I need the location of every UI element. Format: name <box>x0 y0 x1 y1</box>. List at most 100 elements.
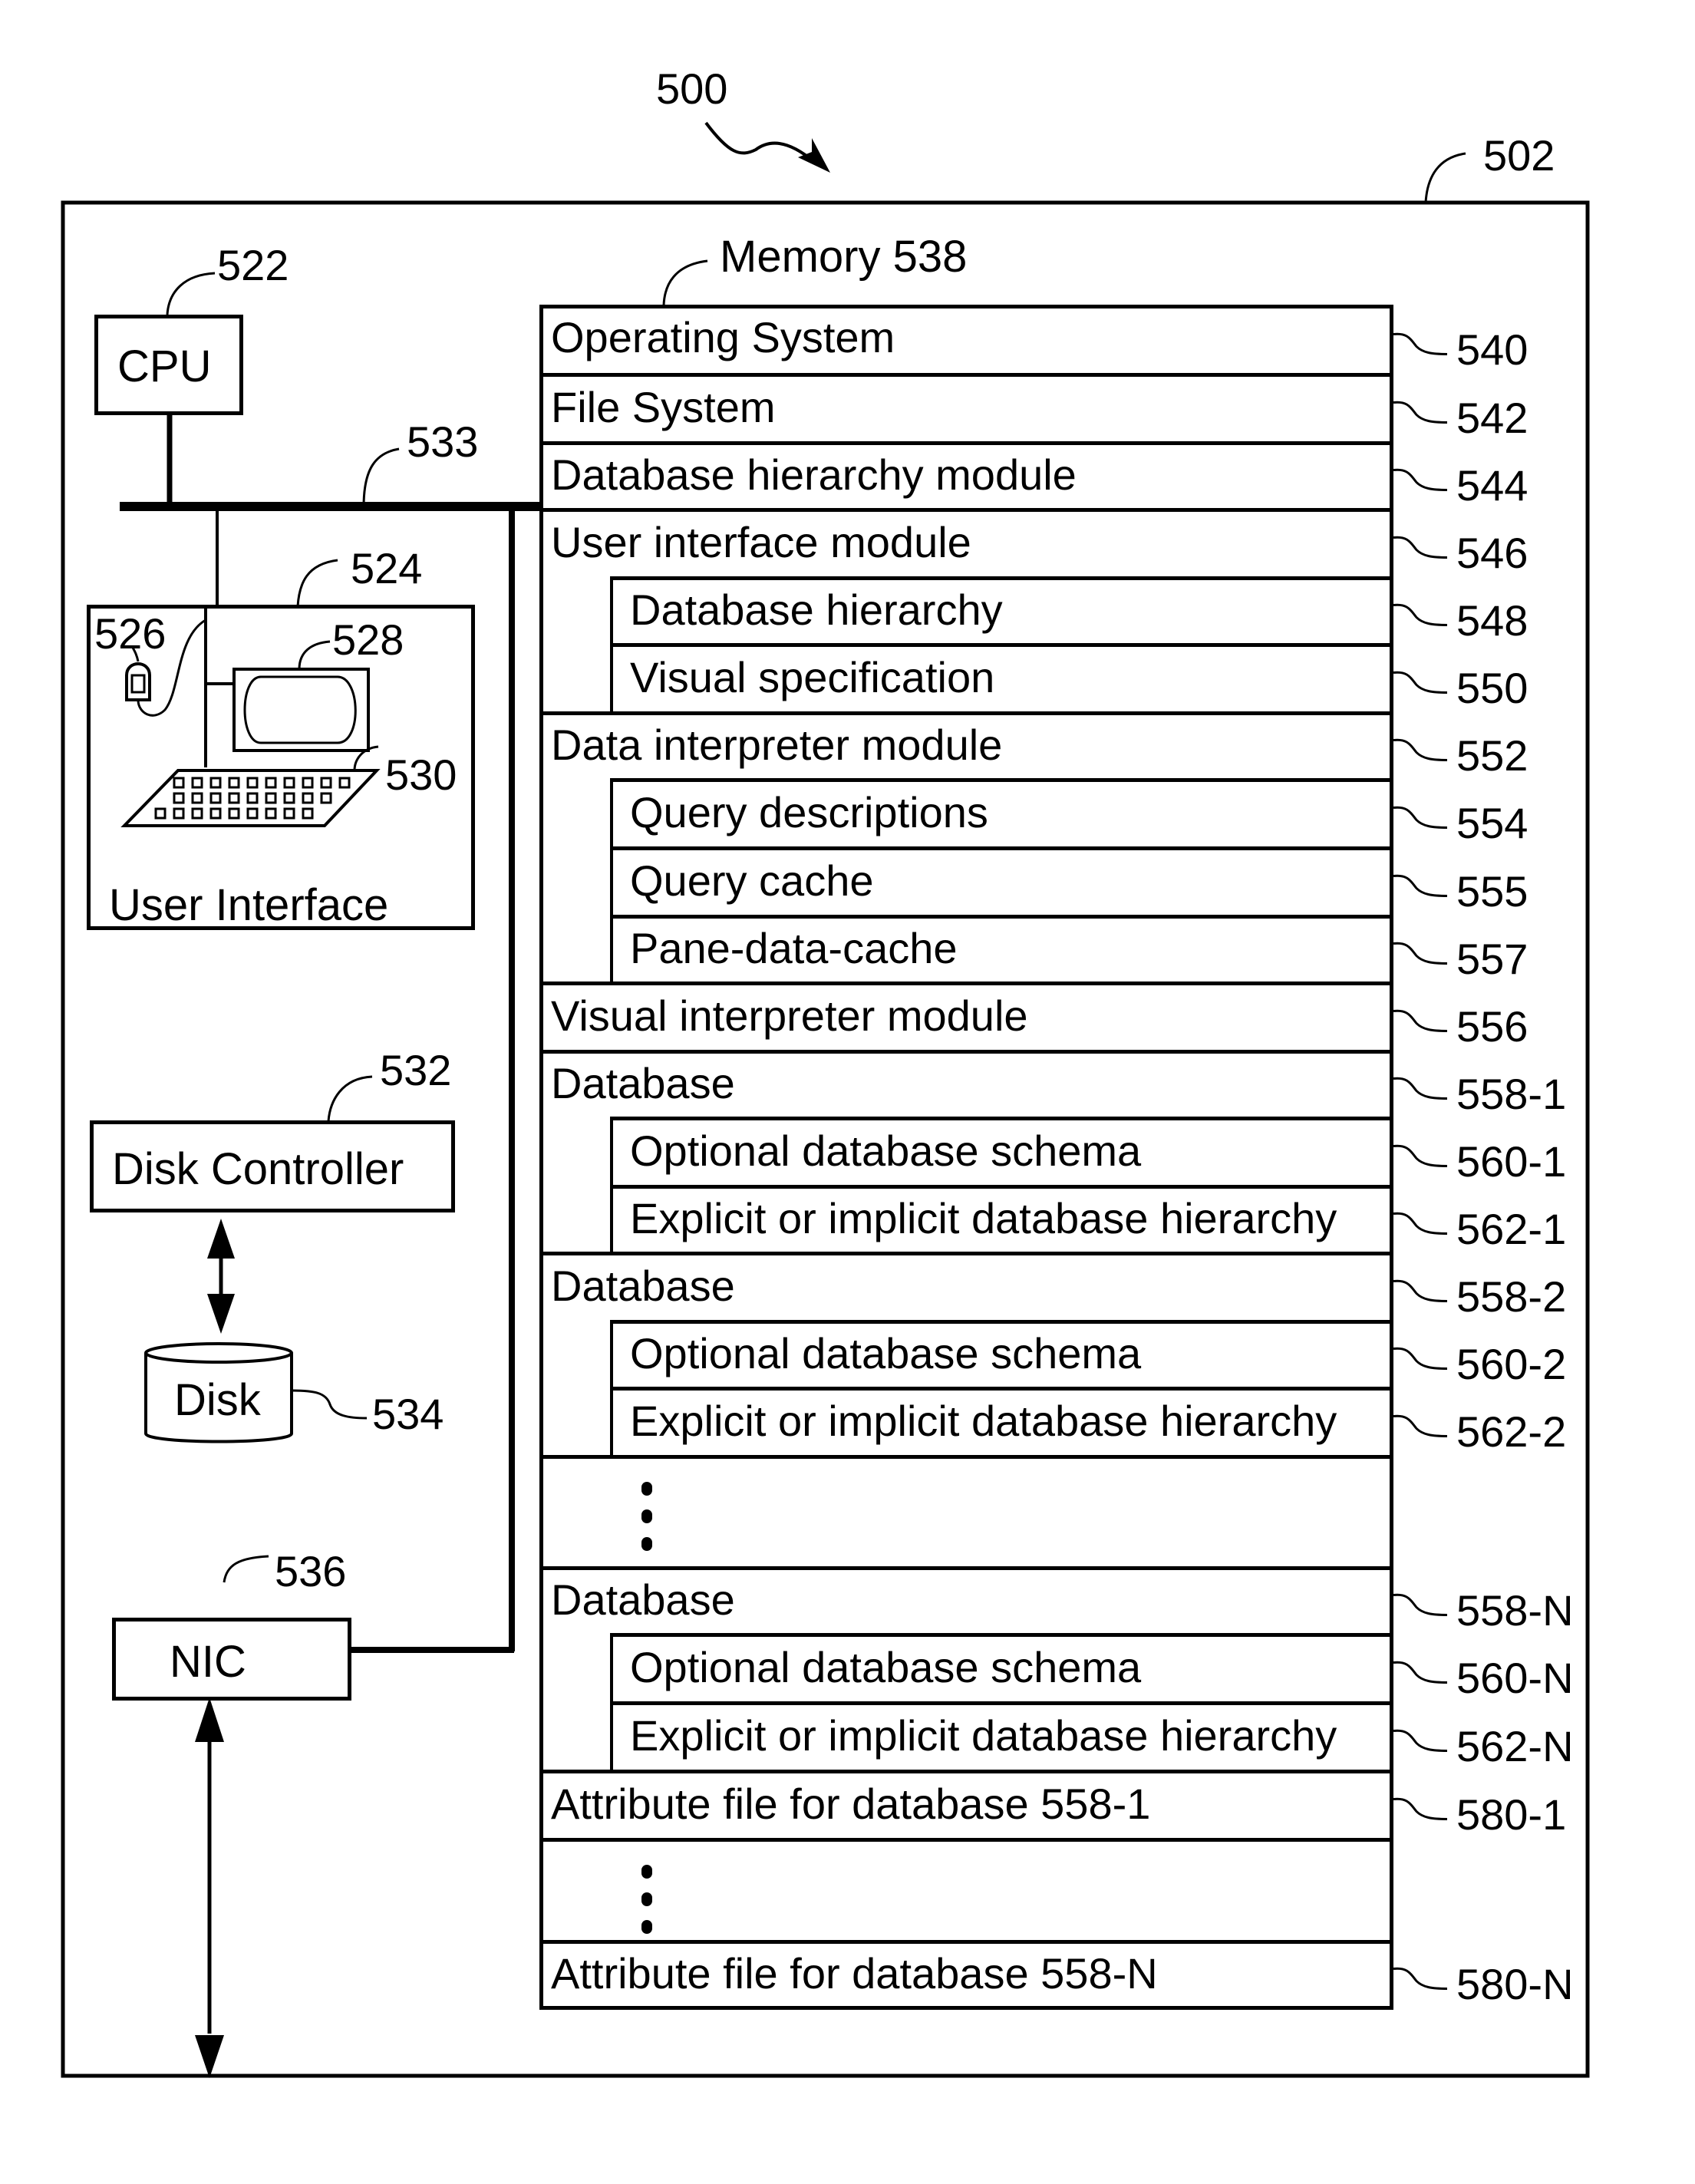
memory-row-label: Attribute file for database 558-1 <box>551 1779 1151 1828</box>
memory-ref-leader <box>1393 1077 1448 1100</box>
memory-row-ref: 560-1 <box>1456 1137 1567 1186</box>
memory-ref-leader <box>1393 1797 1448 1820</box>
memory-ref-leader <box>1393 1144 1448 1167</box>
memory-row-ref: 558-2 <box>1456 1272 1567 1321</box>
memory-ref-leader <box>1393 1347 1448 1370</box>
memory-row-label: Query descriptions <box>630 787 988 836</box>
memory-ref-leader <box>1393 332 1448 355</box>
memory-row: Pane-data-cache <box>610 915 1390 981</box>
memory-row-ref: 558-N <box>1456 1585 1574 1635</box>
memory-ref-leader <box>1393 942 1448 965</box>
disk-ref: 534 <box>372 1390 444 1438</box>
memory-row-ref: 562-1 <box>1456 1204 1567 1253</box>
memory-ref-leader <box>1393 1661 1448 1684</box>
leader-538 <box>662 259 708 306</box>
disk-icon-top <box>144 1342 293 1364</box>
memory-row: File System <box>543 373 1390 441</box>
memory-row: Database <box>543 1050 1390 1117</box>
display-ref: 528 <box>332 615 404 664</box>
memory-row-ref: 560-N <box>1456 1653 1574 1702</box>
memory-row-label: Database hierarchy <box>630 585 1003 634</box>
memory-row: Explicit or implicit database hierarchy <box>610 1701 1390 1770</box>
mouse-ref: 526 <box>94 609 167 658</box>
memory-row-label: Explicit or implicit database hierarchy <box>630 1193 1337 1242</box>
memory-row: Explicit or implicit database hierarchy <box>610 1387 1390 1455</box>
memory-ref-leader <box>1393 1593 1448 1616</box>
memory-row: Visual specification <box>610 643 1390 711</box>
memory-row-ref: 552 <box>1456 731 1528 780</box>
cpu-ref: 522 <box>217 241 289 289</box>
memory-row-label: Optional database schema <box>630 1328 1142 1377</box>
memory-row: Database <box>543 1566 1390 1633</box>
memory-ref-leader <box>1393 1279 1448 1302</box>
memory-row-ref: 546 <box>1456 528 1528 577</box>
memory-row-label: Optional database schema <box>630 1642 1142 1691</box>
memory-row-ref: 562-2 <box>1456 1407 1567 1456</box>
bus-ref: 533 <box>407 417 479 466</box>
memory-row: Query descriptions <box>610 778 1390 846</box>
memory-row-label: Database <box>551 1058 735 1107</box>
nic-label: NIC <box>170 1637 246 1687</box>
memory-row-label: Visual specification <box>630 652 995 701</box>
leader-522 <box>166 272 216 315</box>
memory-row: Optional database schema <box>610 1633 1390 1701</box>
memory-row-ref: 555 <box>1456 866 1528 915</box>
memory-row-ref: 558-1 <box>1456 1069 1567 1118</box>
memory-row: Database <box>543 1252 1390 1320</box>
memory-ref-leader <box>1393 874 1448 897</box>
ellipsis-icon <box>641 1482 652 1551</box>
memory-row-ref: 544 <box>1456 460 1528 510</box>
memory-row-label: User interface module <box>551 517 971 566</box>
disk-link-arrow-down <box>207 1294 235 1334</box>
cpu-label: CPU <box>117 341 212 391</box>
memory-row-label: Database <box>551 1575 735 1624</box>
user-interface-ref: 524 <box>351 544 423 592</box>
memory-row: Attribute file for database 558-N <box>543 1940 1390 2007</box>
network-arrow-up <box>195 1697 224 1742</box>
memory-row: Operating System <box>543 305 1390 373</box>
memory-row: Database hierarchy module <box>543 441 1390 508</box>
memory-row-ref: 580-1 <box>1456 1790 1567 1839</box>
memory-row-ref: 548 <box>1456 595 1528 645</box>
memory-row-ref: 562-N <box>1456 1721 1574 1770</box>
memory-title: Memory 538 <box>720 232 968 282</box>
disk-controller-box: Disk Controller <box>90 1120 455 1212</box>
memory-ref-leader <box>1393 1212 1448 1235</box>
memory-row-label: Explicit or implicit database hierarchy <box>630 1396 1337 1445</box>
leader-532 <box>327 1075 373 1122</box>
ellipsis-icon <box>641 1865 652 1934</box>
nic-ref: 536 <box>275 1547 347 1595</box>
memory-row: Explicit or implicit database hierarchy <box>610 1185 1390 1252</box>
disk-label: Disk <box>174 1375 261 1425</box>
memory-row-label: Optional database schema <box>630 1126 1142 1175</box>
leader-533 <box>362 447 400 507</box>
figure-ref: 500 <box>656 64 728 113</box>
leader-534 <box>291 1389 368 1420</box>
memory-row: Optional database schema <box>610 1320 1390 1387</box>
memory-table: Operating System File System Database hier… <box>539 305 1393 2010</box>
memory-row-ellipsis <box>543 1838 1390 1940</box>
memory-ref-leader <box>1393 536 1448 559</box>
memory-row: Optional database schema <box>610 1117 1390 1185</box>
disk-link-arrow-up <box>207 1219 235 1259</box>
memory-row: Query cache <box>610 846 1390 915</box>
memory-row-ref: 557 <box>1456 934 1528 983</box>
memory-row-ref: 560-2 <box>1456 1339 1567 1388</box>
leader-524 <box>296 559 338 607</box>
memory-ref-leaders <box>1393 332 1448 1990</box>
nic-box: NIC <box>112 1618 351 1701</box>
memory-row-label: Database hierarchy module <box>551 450 1077 499</box>
memory-ref-leader <box>1393 738 1448 761</box>
memory-ref-leader <box>1393 1414 1448 1437</box>
memory-row-ref: 554 <box>1456 798 1528 847</box>
memory-row: Database hierarchy <box>610 576 1390 643</box>
memory-ref-leader <box>1393 671 1448 694</box>
memory-ref-leader <box>1393 401 1448 424</box>
memory-ref-leader <box>1393 468 1448 491</box>
figure-arrow-head <box>798 138 830 173</box>
user-interface-label: User Interface <box>109 880 389 930</box>
memory-row-label: Query cache <box>630 856 874 905</box>
memory-row-ref: 550 <box>1456 663 1528 712</box>
memory-row-label: File System <box>551 382 776 431</box>
memory-row-label: Attribute file for database 558-N <box>551 1948 1158 1998</box>
